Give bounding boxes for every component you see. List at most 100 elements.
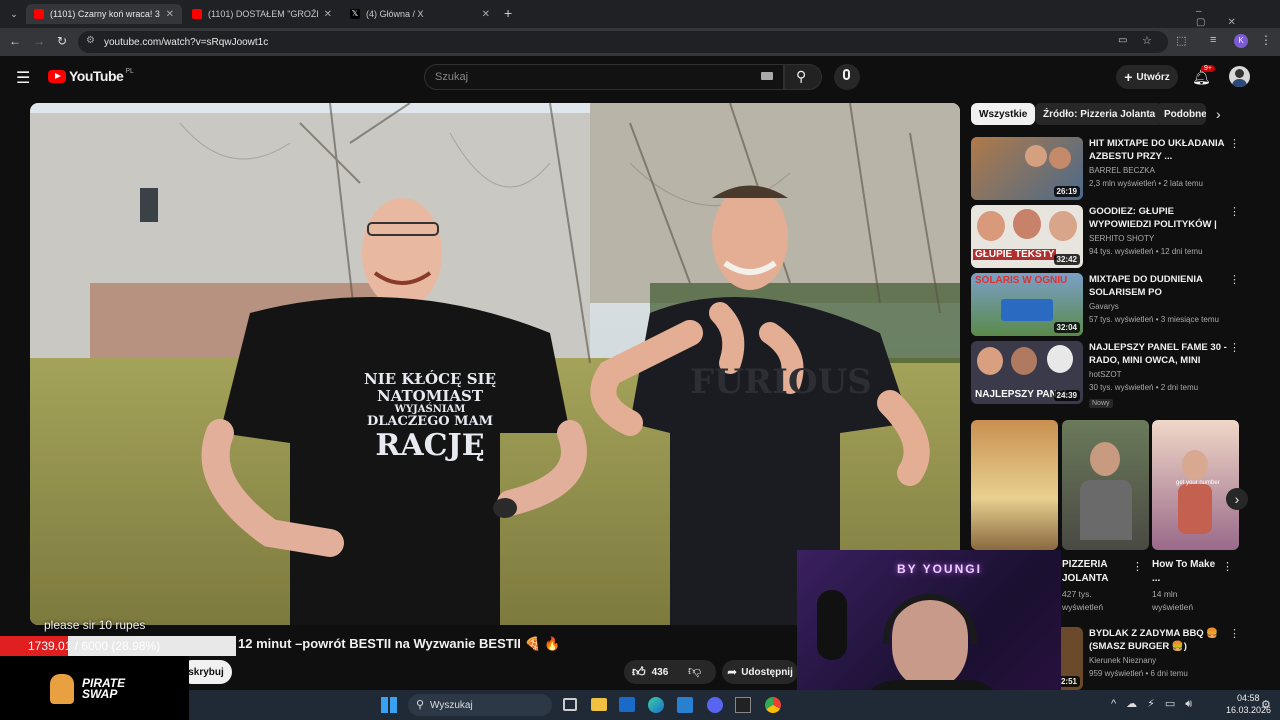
edge-icon[interactable] <box>648 697 664 713</box>
close-tab-icon[interactable]: ✕ <box>166 9 174 20</box>
store-icon[interactable] <box>677 697 693 713</box>
browser-tab-bar: ⌄ (1101) Czarny koń wraca! 3,5 K ✕ (1101… <box>0 0 1280 28</box>
browser-tab-2[interactable]: (1101) DOSTAŁEM "GROŹBY PR ✕ <box>184 4 340 24</box>
search-placeholder: Szukaj <box>435 71 469 83</box>
back-icon[interactable]: ← <box>9 34 21 48</box>
chrome-icon[interactable] <box>765 697 781 713</box>
recommendation-item[interactable]: GŁUPIE TEKSTY 32:42 GOODIEZ: GŁUPIE WYPO… <box>971 205 1271 269</box>
video-thumbnail[interactable]: SOLARIS W OGNIU 32:04 <box>971 273 1083 336</box>
rec-meta: 2,3 mln wyświetleń • 2 lata temu <box>1089 179 1203 188</box>
youtube-header: ☰ YouTube PL Szukaj ⚲ + Utwórz 🔔︎ 9+ <box>0 56 1280 100</box>
youtube-logo[interactable]: YouTube PL <box>48 68 134 84</box>
short-thumbnail[interactable]: get your number <box>1152 420 1239 550</box>
new-tab-icon[interactable]: + <box>504 5 512 21</box>
more-actions-icon[interactable]: ⋮ <box>1229 137 1240 150</box>
site-info-icon[interactable]: ⚙ <box>86 35 95 46</box>
recommendation-item[interactable]: 26:19 HIT MIXTAPE DO UKŁADANIA AZBESTU P… <box>971 137 1271 201</box>
like-button[interactable]: 👍︎ 436 <box>632 664 668 680</box>
dislike-button[interactable]: 👎︎ <box>688 663 701 679</box>
close-tab-icon[interactable]: ✕ <box>324 9 332 20</box>
recommendation-item[interactable]: SOLARIS W OGNIU 32:04 MIXTAPE DO DUDNIEN… <box>971 273 1271 337</box>
bookmark-star-icon[interactable]: ☆ <box>1142 34 1152 47</box>
rec-channel[interactable]: SERHITO SHOTY <box>1089 234 1154 243</box>
chips-next-chevron-icon[interactable]: › <box>1216 106 1221 122</box>
browser-toolbar: ← → ↻ ⚙ youtube.com/watch?v=sRqwJoowt1c … <box>0 28 1280 56</box>
short-thumbnail[interactable] <box>971 420 1058 550</box>
browser-tab-3[interactable]: 𝕏 (4) Główna / X ✕ <box>342 4 498 24</box>
video-thumbnail[interactable]: GŁUPIE TEKSTY 32:42 <box>971 205 1083 268</box>
short-thumbnail[interactable] <box>1062 420 1149 550</box>
microphone-arm <box>817 590 847 660</box>
video-player[interactable]: FURIOUS NIE KŁÓCĘ SIĘ NATOMIAST WYJAŚNIA… <box>30 103 960 625</box>
rec-meta: 57 tys. wyświetleń • 3 miesiące temu <box>1089 315 1219 324</box>
rec-title[interactable]: NAJLEPSZY PANEL FAME 30 - RADO, MINI OWC… <box>1089 341 1229 367</box>
more-actions-icon[interactable]: ⋮ <box>1229 627 1240 640</box>
country-code: PL <box>125 67 134 75</box>
reload-icon[interactable]: ↻ <box>57 34 67 48</box>
window-controls[interactable]: –▢✕ <box>1196 6 1280 28</box>
chip-similar[interactable]: Podobne <box>1156 103 1206 125</box>
rec-channel[interactable]: Kierunek Nieznany <box>1089 656 1156 665</box>
outlook-icon[interactable] <box>619 697 635 712</box>
shorts-next-button[interactable]: › <box>1226 488 1248 510</box>
windows-start-icon[interactable] <box>381 697 397 713</box>
browser-tab-1[interactable]: (1101) Czarny koń wraca! 3,5 K ✕ <box>26 4 182 24</box>
share-label: Udostępnij <box>741 666 793 678</box>
share-button[interactable]: ➦ Udostępnij <box>722 660 798 684</box>
task-view-icon[interactable] <box>563 698 577 711</box>
search-input[interactable]: Szukaj <box>424 64 784 90</box>
rec-title[interactable]: BYDLAK Z ZADYMA BBQ 🍔 (SMASZ BURGER 🍔) <box>1089 627 1229 653</box>
windows-taskbar: ⚲ Wyszukaj ^☁⚡▭🔊︎ 04:58 16.03.2026 ⚙ <box>189 690 1280 720</box>
taskbar-search[interactable]: ⚲ Wyszukaj <box>408 694 552 716</box>
extensions-icon[interactable]: ⬚ <box>1176 34 1186 47</box>
rec-channel[interactable]: Gavarys <box>1089 302 1119 311</box>
youtube-play-icon <box>48 69 66 83</box>
video-thumbnail[interactable]: NAJLEPSZY PANEL 24:39 <box>971 341 1083 404</box>
more-actions-icon[interactable]: ⋮ <box>1132 560 1143 573</box>
browser-menu-icon[interactable]: ⋮ <box>1260 33 1272 47</box>
short-views: 14 mln wyświetleń <box>1152 589 1194 612</box>
thumb-caption: GŁUPIE TEKSTY <box>973 249 1057 260</box>
thumb-caption: SOLARIS W OGNIU <box>975 275 1068 286</box>
create-button[interactable]: + Utwórz <box>1116 65 1178 89</box>
tab-title: (1101) Czarny koń wraca! 3,5 K <box>50 9 160 19</box>
rec-title[interactable]: HIT MIXTAPE DO UKŁADANIA AZBESTU PRZY ..… <box>1089 137 1229 163</box>
hamburger-menu-icon[interactable]: ☰ <box>16 68 30 88</box>
video-thumbnail[interactable]: 26:19 <box>971 137 1083 200</box>
short-title[interactable]: PIZZERIA JOLANTA <box>1062 558 1130 586</box>
profile-avatar-icon[interactable]: K <box>1234 34 1248 48</box>
rec-title[interactable]: MIXTAPE DO DUDNIENIA SOLARISEM PO CHRZAN… <box>1089 273 1229 299</box>
install-icon[interactable]: ▭ <box>1118 35 1127 46</box>
rec-channel[interactable]: hotSZOT <box>1089 370 1121 379</box>
taskbar-search-label: Wyszukaj <box>430 699 473 711</box>
more-actions-icon[interactable]: ⋮ <box>1229 273 1240 286</box>
tab-list-dropdown[interactable]: ⌄ <box>6 6 22 22</box>
discord-icon[interactable] <box>707 697 723 713</box>
close-tab-icon[interactable]: ✕ <box>482 9 490 20</box>
chip-all[interactable]: Wszystkie <box>971 103 1036 125</box>
keyboard-icon[interactable] <box>761 72 773 80</box>
recommendation-item[interactable]: NAJLEPSZY PANEL 24:39 NAJLEPSZY PANEL FA… <box>971 341 1271 408</box>
forward-icon[interactable]: → <box>33 34 45 48</box>
search-button[interactable]: ⚲ <box>784 64 822 90</box>
more-actions-icon[interactable]: ⋮ <box>1222 560 1233 573</box>
notification-center-icon[interactable]: ⚙ <box>1261 698 1271 711</box>
clock-time[interactable]: 04:58 <box>1237 693 1260 703</box>
short-title[interactable]: How To Make ... <box>1152 558 1216 586</box>
address-bar[interactable]: ⚙ youtube.com/watch?v=sRqwJoowt1c ▭ ☆ <box>78 31 1168 53</box>
notifications-button[interactable]: 🔔︎ 9+ <box>1192 65 1215 88</box>
voice-search-button[interactable] <box>834 64 860 90</box>
rec-channel[interactable]: BARREL BECZKA <box>1089 166 1155 175</box>
tray-icons[interactable]: ^☁⚡▭🔊︎ <box>1111 697 1202 711</box>
obs-app-icon[interactable] <box>735 697 751 713</box>
rec-title[interactable]: GOODIEZ: GŁUPIE WYPOWIEDZI POLITYKÓW | w… <box>1089 205 1229 231</box>
duration-badge: 26:19 <box>1053 186 1080 197</box>
media-icon[interactable]: ≡ <box>1210 34 1216 46</box>
shirt-line: NATOMIAST <box>376 386 483 405</box>
more-actions-icon[interactable]: ⋮ <box>1229 205 1240 218</box>
chip-source[interactable]: Źródło: Pizzeria Jolanta <box>1035 103 1164 125</box>
account-avatar[interactable] <box>1229 66 1250 87</box>
file-explorer-icon[interactable] <box>591 698 607 711</box>
video-title: 12 minut –powrót BESTII na Wyzwanie BEST… <box>238 636 561 651</box>
more-actions-icon[interactable]: ⋮ <box>1229 341 1240 354</box>
